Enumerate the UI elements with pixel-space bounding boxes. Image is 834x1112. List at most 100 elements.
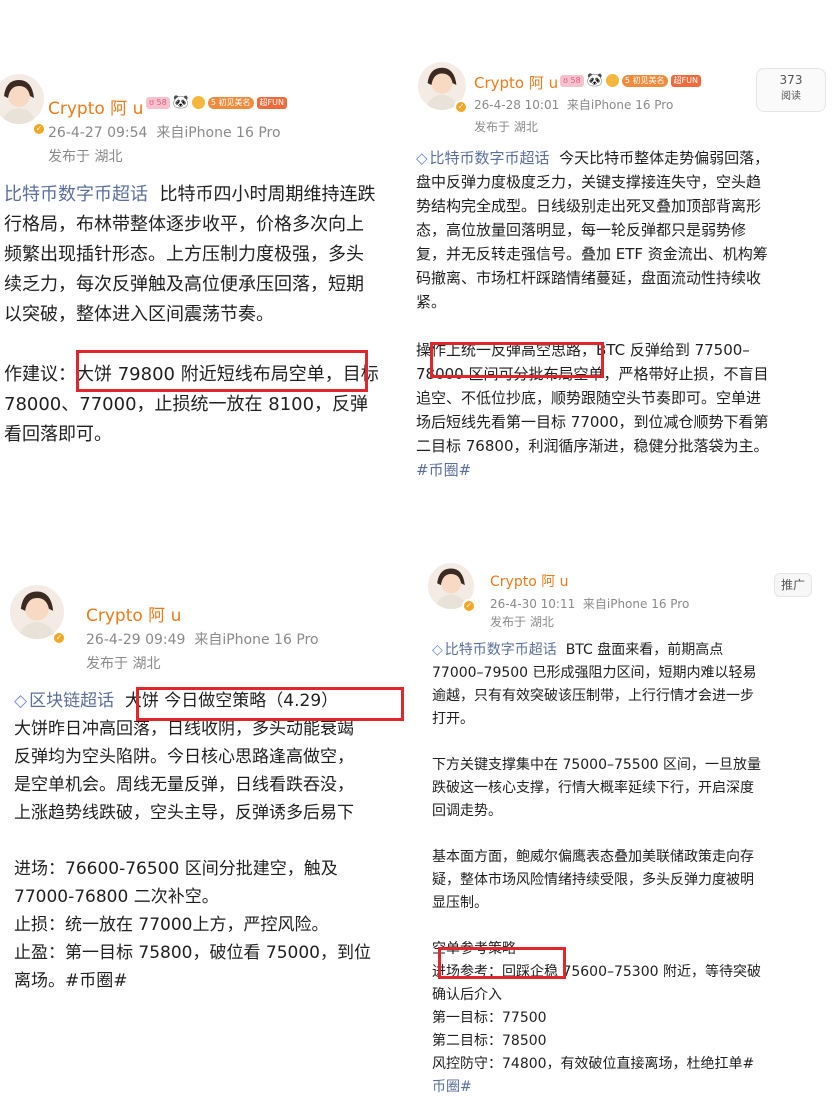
- post-line: 复，并无反转走强信号。叠加 ETF 资金流出、机构筹: [416, 245, 768, 263]
- post-line: 场后短线先看第一目标 77000，到位减仓顺势下看第: [416, 413, 769, 431]
- user-badges: ʊ 58 🐼 5 初见美名 超FUN: [146, 96, 287, 109]
- fun-badge: 超FUN: [256, 96, 287, 109]
- post-device: 来自iPhone 16 Pro: [194, 632, 319, 648]
- post-line: 进场：76600-76500 区间分批建空，触及: [14, 859, 338, 879]
- post-line: 比特币数字币超话 比特币四小时周期维持连跌: [4, 184, 376, 205]
- post-line: 疑，整体市场风险情绪持续受限，多头反弹力度被明: [432, 872, 754, 888]
- post-line: 78000、77000，止损统一放在 8100，反弹: [4, 394, 369, 415]
- post-meta: 26-4-28 10:01 来自iPhone 16 Pro: [474, 96, 673, 113]
- post-line: 下方关键支撑集中在 75000–75500 区间，一旦放量: [432, 757, 761, 773]
- post-line: 势结构完全成型。日线级别走出死叉叠加顶部背离形: [416, 197, 762, 215]
- post-line: 续乏力，每次反弹触及高位便承压回落，短期: [4, 274, 364, 295]
- verified-badge-icon: ✓: [454, 100, 468, 114]
- level-badge-icon: ʊ 58: [146, 96, 170, 109]
- post-line: [416, 314, 769, 338]
- post-line: ◇ 比特币数字币超话 BTC 盘面来看，前期高点: [432, 642, 724, 658]
- username[interactable]: Crypto 阿 u: [474, 72, 558, 93]
- post-line: 码撤离、市场杠杆踩踏情绪蔓延，盘面流动性持续收: [416, 269, 762, 287]
- post-line: 看回落即可。: [4, 424, 112, 445]
- highlight-box: [438, 947, 566, 979]
- post-line: [14, 827, 371, 855]
- post-line: [432, 915, 761, 938]
- panda-icon: 🐼: [586, 72, 603, 88]
- post-line: 逾越，只有有效突破该压制带，上行行情才会进一步: [432, 688, 754, 704]
- post-line: 显压制。: [432, 895, 488, 911]
- post-line: 确认后介入: [432, 987, 502, 1003]
- post-meta: 26-4-29 09:49 来自iPhone 16 Pro: [86, 629, 319, 649]
- post-line: 离场。#币圈#: [14, 971, 128, 991]
- avatar[interactable]: [0, 74, 44, 124]
- post-line: 上涨趋势线跌破，空头主导，反弹诱多后易下: [14, 803, 354, 823]
- post-time: 26-4-30 10:11: [490, 597, 576, 611]
- hashtag-link[interactable]: #币圈#: [416, 458, 769, 482]
- user-badges: ʊ 58 🐼 5 初见美名 超FUN: [560, 74, 701, 87]
- post-line: 以突破，整体进入区间震荡节奏。: [4, 304, 274, 325]
- username[interactable]: Crypto 阿 u: [490, 571, 569, 591]
- topic-link[interactable]: 比特币数字币超话: [430, 149, 550, 167]
- username[interactable]: Crypto 阿 u: [48, 94, 143, 119]
- post-line: [432, 731, 761, 754]
- view-count-number: 373: [779, 73, 803, 87]
- meet-badge: 5 初见美名: [207, 96, 254, 109]
- post-line: 追空、不低位抄底，顺势跟随空头节奏即可。空单进: [416, 389, 762, 407]
- highlight-box: [136, 687, 404, 721]
- post-line: 二目标 76800，利润循序渐进，稳健分批落袋为主。: [416, 437, 769, 455]
- post-line: 紧。: [416, 293, 447, 311]
- post-line: 行格局，布林带整体逐步收平，价格多次向上: [4, 214, 364, 235]
- post-line: 是空单机会。周线无量反弹，日线看跌吞没，: [14, 775, 354, 795]
- topic-link[interactable]: 比特币数字币超话: [445, 642, 557, 658]
- post-device: 来自iPhone 16 Pro: [582, 597, 690, 611]
- post-meta: 26-4-30 10:11 来自iPhone 16 Pro: [490, 595, 689, 612]
- promo-tag[interactable]: 推广: [774, 573, 812, 597]
- verified-badge-icon: ✓: [52, 631, 66, 645]
- panda-icon: 🐼: [172, 94, 189, 110]
- post-card-1: ✓ Crypto 阿 u ʊ 58 🐼 5 初见美名 超FUN 26-4-27 …: [0, 62, 412, 502]
- post-line: 77000–79500 已形成强阻力区间，短期内难以轻易: [432, 665, 757, 681]
- post-time: 26-4-28 10:01: [474, 98, 560, 112]
- duck-icon: [605, 74, 619, 87]
- post-card-2: ✓ Crypto 阿 u ʊ 58 🐼 5 初见美名 超FUN 26-4-28 …: [412, 40, 834, 518]
- post-card-3: ✓ Crypto 阿 u 26-4-29 09:49 来自iPhone 16 P…: [0, 565, 424, 1035]
- topic-link[interactable]: 比特币数字币超话: [4, 184, 148, 205]
- highlight-box: [76, 350, 368, 392]
- post-body: ◇ 比特币数字币超话 BTC 盘面来看，前期高点 77000–79500 已形成强…: [432, 639, 761, 1099]
- fun-badge: 超FUN: [670, 74, 701, 87]
- post-device: 来自iPhone 16 Pro: [566, 98, 674, 112]
- post-body: 比特币数字币超话 比特币四小时周期维持连跌 行格局，布林带整体逐步收平，价格多次…: [4, 180, 379, 450]
- post-line: 反弹均为空头陷阱。今日核心思路逢高做空，: [14, 747, 354, 767]
- post-line: 止盈：第一目标 75800，破位看 75000，到位: [14, 943, 371, 963]
- post-location: 发布于 湖北: [86, 656, 161, 672]
- post-line: 频繁出现插针形态。上方压制力度极强，多头: [4, 244, 364, 265]
- diamond-icon: ◇: [14, 691, 28, 711]
- view-count: 373 阅读: [756, 68, 826, 112]
- post-body: ◇ 区块链超话 大饼 今日做空策略（4.29） 大饼昨日冲高回落，日线收阴，多头动…: [14, 687, 371, 995]
- post-time: 26-4-29 09:49: [86, 632, 186, 648]
- verified-badge-icon: ✓: [32, 122, 46, 136]
- post-line: 风控防守：74800，有效破位直接离场，杜绝扛单#: [432, 1056, 755, 1072]
- post-location: 发布于 湖北: [48, 149, 123, 165]
- meet-badge: 5 初见美名: [621, 74, 668, 87]
- post-body: ◇ 比特币数字币超话 今天比特币整体走势偏弱回落， 盘中反弹力度极度乏力，关键支撑…: [416, 146, 769, 482]
- hashtag-link[interactable]: 币圈#: [432, 1076, 761, 1099]
- post-line: 第一目标：77500: [432, 1010, 547, 1026]
- diamond-icon: ◇: [432, 642, 443, 658]
- topic-link[interactable]: 区块链超话: [29, 691, 114, 711]
- post-line: 回调走势。: [432, 803, 502, 819]
- post-card-4: ✓ Crypto 阿 u 26-4-30 10:11 来自iPhone 16 P…: [412, 555, 834, 1112]
- post-meta: 26-4-27 09:54 来自iPhone 16 Pro: [48, 122, 281, 142]
- post-line: 打开。: [432, 711, 474, 727]
- post-line: [432, 823, 761, 846]
- level-badge-icon: ʊ 58: [560, 74, 584, 87]
- post-line: 跌破这一核心支撑，行情大概率延续下行，开启深度: [432, 780, 754, 796]
- diamond-icon: ◇: [416, 149, 428, 167]
- view-count-label: 阅读: [781, 91, 801, 102]
- post-line: 态，高位放量回落明显，每一轮反弹都只是弱势修: [416, 221, 747, 239]
- username[interactable]: Crypto 阿 u: [86, 601, 181, 626]
- highlight-box: [430, 342, 604, 378]
- verified-badge-icon: ✓: [462, 599, 476, 613]
- post-line: 止损：统一放在 77000上方，严控风险。: [14, 915, 329, 935]
- post-line: 第二目标：78500: [432, 1033, 547, 1049]
- duck-icon: [191, 96, 205, 109]
- post-location: 发布于 湖北: [474, 120, 538, 134]
- post-location: 发布于 湖北: [490, 615, 554, 629]
